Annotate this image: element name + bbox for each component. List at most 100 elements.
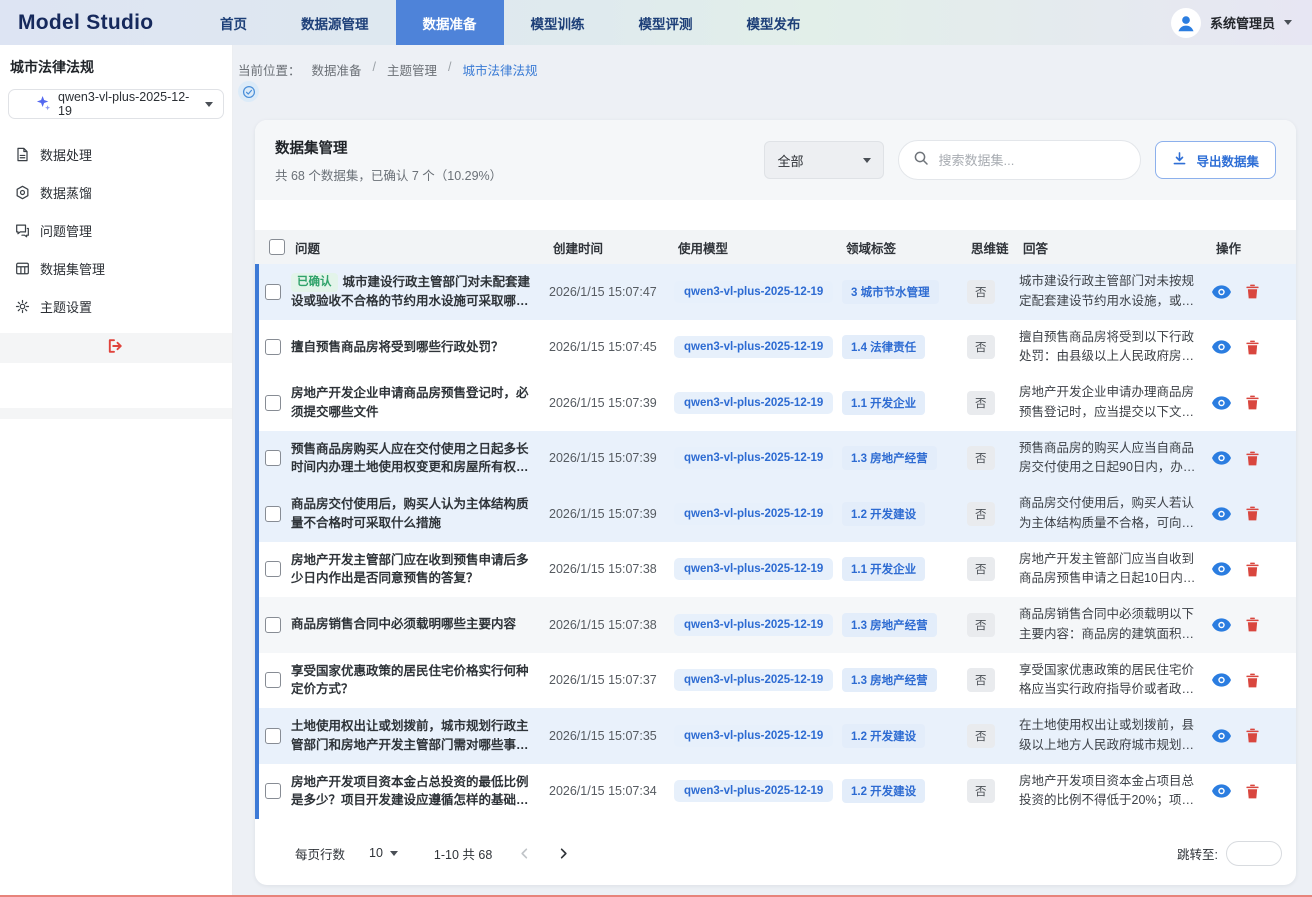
eye-icon bbox=[1212, 784, 1231, 798]
domain-tag: 1.3 房地产经营 bbox=[842, 613, 937, 637]
delete-button[interactable] bbox=[1246, 617, 1259, 632]
table-body: 已确认城市建设行政主管部门对未配套建设或验收不合格的节约用水设施可采取哪些行政措… bbox=[255, 264, 1296, 819]
delete-button[interactable] bbox=[1246, 673, 1259, 688]
delete-button[interactable] bbox=[1246, 784, 1259, 799]
chevron-down-icon bbox=[390, 851, 398, 856]
model-pill: qwen3-vl-plus-2025-12-19 bbox=[674, 447, 833, 469]
sidebar-item[interactable]: 问题管理 bbox=[0, 211, 232, 249]
cot-badge: 否 bbox=[967, 446, 995, 470]
answer-text: 商品房销售合同中必须载明以下主要内容：商品房的建筑面积和使... bbox=[1019, 605, 1202, 644]
rows-per-page-label: 每页行数 bbox=[295, 844, 345, 863]
view-button[interactable] bbox=[1212, 340, 1231, 354]
row-checkbox[interactable] bbox=[265, 450, 281, 466]
view-button[interactable] bbox=[1212, 729, 1231, 743]
prev-page-button[interactable] bbox=[518, 847, 531, 860]
page-range: 1-10 共 68 bbox=[434, 844, 492, 863]
view-button[interactable] bbox=[1212, 451, 1231, 465]
nav-tab[interactable]: 模型评测 bbox=[612, 0, 720, 45]
table-row[interactable]: 房地产开发企业申请商品房预售登记时，必须提交哪些文件 2026/1/15 15:… bbox=[259, 375, 1296, 431]
view-button[interactable] bbox=[1212, 396, 1231, 410]
sidebar-item-label: 数据处理 bbox=[40, 145, 92, 164]
table-row[interactable]: 享受国家优惠政策的居民住宅价格实行何种定价方式？ 2026/1/15 15:07… bbox=[259, 653, 1296, 709]
trash-icon bbox=[1246, 728, 1259, 743]
row-checkbox[interactable] bbox=[265, 672, 281, 688]
view-button[interactable] bbox=[1212, 562, 1231, 576]
table-row[interactable]: 商品房交付使用后，购买人认为主体结构质量不合格时可采取什么措施 2026/1/1… bbox=[259, 486, 1296, 542]
view-button[interactable] bbox=[1212, 673, 1231, 687]
delete-button[interactable] bbox=[1246, 506, 1259, 521]
select-all-checkbox[interactable] bbox=[269, 239, 285, 255]
trash-icon bbox=[1246, 395, 1259, 410]
app-logo: Model Studio bbox=[18, 11, 193, 35]
nav-tab-label: 模型训练 bbox=[531, 13, 585, 33]
table-row[interactable]: 预售商品房购买人应在交付使用之日起多长时间内办理土地使用权变更和房屋所有权登记手… bbox=[259, 431, 1296, 487]
nav-tab-label: 数据准备 bbox=[423, 13, 477, 33]
status-filter-select[interactable]: 全部 bbox=[764, 141, 884, 179]
created-time: 2026/1/15 15:07:38 bbox=[549, 618, 657, 632]
header-controls: 全部 导出数据集 bbox=[764, 140, 1276, 180]
row-checkbox[interactable] bbox=[265, 617, 281, 633]
row-checkbox[interactable] bbox=[265, 506, 281, 522]
table-row[interactable]: 商品房销售合同中必须载明哪些主要内容 2026/1/15 15:07:38 qw… bbox=[259, 597, 1296, 653]
model-pill: qwen3-vl-plus-2025-12-19 bbox=[674, 281, 833, 303]
search-box bbox=[898, 140, 1141, 180]
export-dataset-label: 导出数据集 bbox=[1196, 151, 1259, 170]
search-input[interactable] bbox=[938, 153, 1126, 168]
row-checkbox[interactable] bbox=[265, 339, 281, 355]
nav-tab-label: 模型发布 bbox=[747, 13, 801, 33]
eye-icon bbox=[1212, 729, 1231, 743]
trash-icon bbox=[1246, 784, 1259, 799]
delete-button[interactable] bbox=[1246, 395, 1259, 410]
breadcrumb-link[interactable]: 主题管理 bbox=[387, 60, 437, 79]
question-cell: 房地产开发企业申请商品房预售登记时，必须提交哪些文件 bbox=[291, 384, 531, 422]
sidebar-title: 城市法律法规 bbox=[0, 45, 232, 88]
user-menu[interactable]: 系统管理员 bbox=[1171, 8, 1292, 38]
delete-button[interactable] bbox=[1246, 284, 1259, 299]
row-checkbox[interactable] bbox=[265, 728, 281, 744]
row-checkbox[interactable] bbox=[265, 783, 281, 799]
sidebar-item[interactable]: 数据集管理 bbox=[0, 249, 232, 287]
sidebar-item[interactable]: 主题设置 bbox=[0, 287, 232, 325]
next-page-button[interactable] bbox=[557, 847, 570, 860]
sidebar-item[interactable]: 数据处理 bbox=[0, 135, 232, 173]
nav-tab[interactable]: 模型发布 bbox=[720, 0, 828, 45]
jump-page-input[interactable] bbox=[1226, 841, 1282, 866]
column-header-model: 使用模型 bbox=[678, 238, 846, 257]
delete-button[interactable] bbox=[1246, 340, 1259, 355]
table-row[interactable]: 擅自预售商品房将受到哪些行政处罚？ 2026/1/15 15:07:45 qwe… bbox=[259, 320, 1296, 376]
delete-button[interactable] bbox=[1246, 562, 1259, 577]
table-row[interactable]: 房地产开发主管部门应在收到预售申请后多少日内作出是否同意预售的答复？ 2026/… bbox=[259, 542, 1296, 598]
nav-tab[interactable]: 首页 bbox=[193, 0, 274, 45]
answer-text: 享受国家优惠政策的居民住宅价格应当实行政府指导价或者政府定... bbox=[1019, 661, 1202, 700]
breadcrumb-separator: / bbox=[373, 60, 376, 79]
model-select[interactable]: qwen3-vl-plus-2025-12-19 bbox=[8, 89, 224, 119]
created-time: 2026/1/15 15:07:39 bbox=[549, 396, 657, 410]
row-checkbox[interactable] bbox=[265, 561, 281, 577]
view-button[interactable] bbox=[1212, 784, 1231, 798]
breadcrumb-link[interactable]: 数据准备 bbox=[312, 60, 362, 79]
rows-per-page-select[interactable]: 10 bbox=[369, 846, 398, 860]
sidebar-item-label: 主题设置 bbox=[40, 297, 92, 316]
eye-icon bbox=[1212, 562, 1231, 576]
row-checkbox[interactable] bbox=[265, 284, 281, 300]
view-button[interactable] bbox=[1212, 507, 1231, 521]
export-dataset-button[interactable]: 导出数据集 bbox=[1155, 141, 1276, 179]
delete-button[interactable] bbox=[1246, 728, 1259, 743]
row-checkbox[interactable] bbox=[265, 395, 281, 411]
table-row[interactable]: 已确认城市建设行政主管部门对未配套建设或验收不合格的节约用水设施可采取哪些行政措… bbox=[259, 264, 1296, 320]
nav-tab[interactable]: 数据源管理 bbox=[274, 0, 396, 45]
question-text: 房地产开发企业申请商品房预售登记时，必须提交哪些文件 bbox=[291, 386, 529, 419]
table-row[interactable]: 土地使用权出让或划拨前，城市规划行政主管部门和房地产开发主管部门需对哪些事项提出… bbox=[259, 708, 1296, 764]
view-button[interactable] bbox=[1212, 285, 1231, 299]
nav-tab[interactable]: 模型训练 bbox=[504, 0, 612, 45]
answer-text: 商品房交付使用后，购买人若认为主体结构质量不合格，可向工程... bbox=[1019, 494, 1202, 533]
cot-badge: 否 bbox=[967, 335, 995, 359]
view-button[interactable] bbox=[1212, 618, 1231, 632]
domain-tag: 1.1 开发企业 bbox=[842, 391, 925, 415]
sidebar-item[interactable]: 数据蒸馏 bbox=[0, 173, 232, 211]
sidebar: 城市法律法规 qwen3-vl-plus-2025-12-19 数据处理 数据蒸… bbox=[0, 45, 233, 897]
nav-tab[interactable]: 数据准备 bbox=[396, 0, 504, 45]
delete-button[interactable] bbox=[1246, 451, 1259, 466]
table-row[interactable]: 房地产开发项目资本金占总投资的最低比例是多少？项目开发建设应遵循怎样的基础设施建… bbox=[259, 764, 1296, 820]
logout-button[interactable] bbox=[0, 333, 232, 363]
